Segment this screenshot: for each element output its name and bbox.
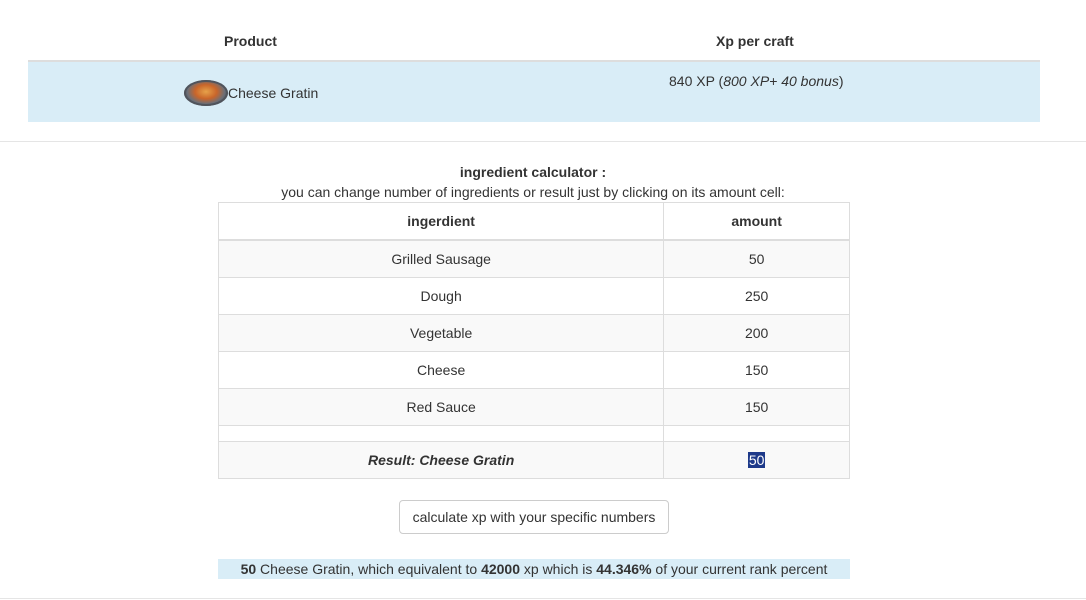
table-row: Red Sauce 150 <box>217 388 850 426</box>
xp-per-craft-value: 840 XP (800 XP+ 40 bonus) <box>669 73 844 89</box>
table-row: Vegetable 200 <box>217 314 850 352</box>
section-divider <box>0 141 1086 142</box>
summary-text-1: Cheese Gratin, which equivalent to <box>256 561 482 577</box>
summary-text-2: xp which is <box>520 561 597 577</box>
ingredient-table: ingerdient amount Grilled Sausage 50 Dou… <box>217 202 850 479</box>
table-row: Dough 250 <box>217 277 850 315</box>
spacer-cell <box>217 425 665 442</box>
table-row: Grilled Sausage 50 <box>217 239 850 278</box>
calculator-subtitle: you can change number of ingredients or … <box>281 184 785 200</box>
calculator-title: ingredient calculator : <box>459 164 607 180</box>
ingredient-amount-cell[interactable]: 150 <box>663 388 850 426</box>
result-amount-value[interactable]: 50 <box>747 452 766 468</box>
table-row: Cheese 150 <box>217 351 850 389</box>
product-table: Product Xp per craft Cheese Gratin 840 X… <box>28 22 1040 122</box>
ingredient-amount-cell[interactable]: 250 <box>663 277 850 315</box>
result-amount-cell[interactable]: 50 <box>663 441 850 479</box>
product-row: Cheese Gratin 840 XP (800 XP+ 40 bonus) <box>28 62 1040 122</box>
ingredient-name: Cheese <box>217 351 665 389</box>
cheese-gratin-dish-icon <box>184 80 228 106</box>
spacer-row <box>217 425 850 442</box>
ingredient-table-header: ingerdient amount <box>217 202 850 241</box>
column-header-ingredient: ingerdient <box>217 202 665 241</box>
column-header-xp-per-craft: Xp per craft <box>716 33 794 49</box>
bottom-divider <box>0 598 1086 599</box>
ingredient-amount-cell[interactable]: 200 <box>663 314 850 352</box>
product-name: Cheese Gratin <box>228 85 319 101</box>
ingredient-name: Red Sauce <box>217 388 665 426</box>
summary-percent: 44.346% <box>596 561 652 577</box>
summary-text-3: of your current rank percent <box>651 561 828 577</box>
xp-summary: 50 Cheese Gratin, which equivalent to 42… <box>218 559 850 579</box>
result-row: Result: Cheese Gratin 50 <box>217 441 850 479</box>
column-header-amount: amount <box>663 202 850 241</box>
result-label: Result: Cheese Gratin <box>217 441 665 479</box>
xp-prefix: 840 XP ( <box>669 73 724 89</box>
xp-suffix: ) <box>838 73 844 89</box>
column-header-product: Product <box>224 33 277 49</box>
ingredient-amount-cell[interactable]: 50 <box>663 239 850 278</box>
calculate-xp-button[interactable]: calculate xp with your specific numbers <box>399 500 669 534</box>
xp-detail: 800 XP+ 40 bonus <box>723 73 839 89</box>
product-cell: Cheese Gratin <box>184 80 318 106</box>
ingredient-name: Grilled Sausage <box>217 239 665 278</box>
product-table-header: Product Xp per craft <box>28 22 1040 62</box>
summary-count: 50 <box>240 561 257 577</box>
ingredient-name: Vegetable <box>217 314 665 352</box>
ingredient-amount-cell[interactable]: 150 <box>663 351 850 389</box>
ingredient-name: Dough <box>217 277 665 315</box>
spacer-cell <box>663 425 850 442</box>
summary-xp: 42000 <box>481 561 520 577</box>
